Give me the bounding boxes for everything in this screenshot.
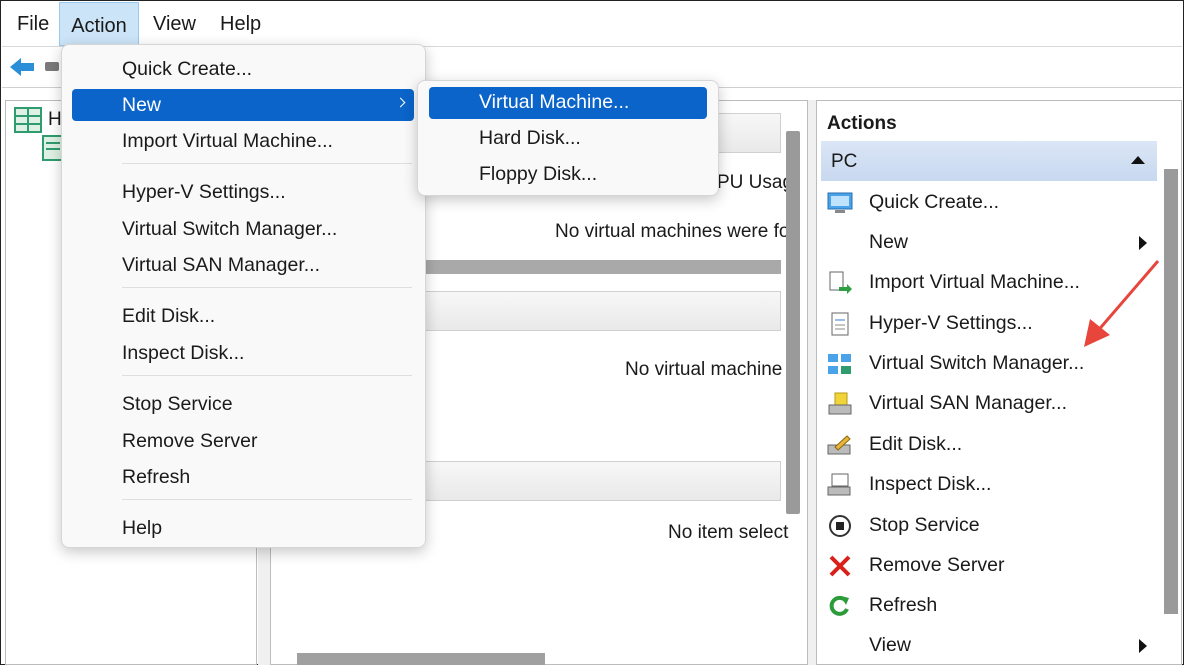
- menu-item-remove-server[interactable]: Remove Server: [72, 425, 414, 457]
- action-inspect-disk[interactable]: Inspect Disk...: [817, 465, 1157, 505]
- menu-separator: [122, 499, 412, 500]
- item-empty-message: No item select: [668, 522, 789, 543]
- menu-separator: [122, 287, 412, 288]
- center-horizontal-scrollbar[interactable]: [297, 653, 545, 665]
- back-arrow-icon[interactable]: [8, 55, 36, 79]
- menu-help[interactable]: Help: [209, 2, 272, 46]
- actions-scrollbar[interactable]: [1164, 169, 1178, 614]
- submenu-item-virtual-machine[interactable]: Virtual Machine...: [429, 87, 707, 119]
- action-edit-disk[interactable]: Edit Disk...: [817, 425, 1157, 465]
- menu-separator: [122, 163, 412, 164]
- menu-view[interactable]: View: [142, 2, 207, 46]
- submenu-item-floppy-disk[interactable]: Floppy Disk...: [429, 159, 707, 191]
- vm-selected-empty-message: No virtual machine s: [625, 359, 798, 380]
- menu-action[interactable]: Action: [59, 2, 139, 46]
- menu-item-virtual-san-manager[interactable]: Virtual SAN Manager...: [72, 249, 414, 281]
- forward-arrow-icon[interactable]: [45, 62, 59, 71]
- stop-service-icon: [829, 515, 851, 537]
- action-remove-server[interactable]: Remove Server: [817, 546, 1157, 586]
- menu-separator: [122, 375, 412, 376]
- action-quick-create[interactable]: Quick Create...: [817, 183, 1157, 223]
- submenu-item-hard-disk[interactable]: Hard Disk...: [429, 123, 707, 155]
- menu-item-quick-create[interactable]: Quick Create...: [72, 53, 414, 85]
- inspect-disk-icon: [827, 473, 851, 496]
- submenu-arrow-icon: [1139, 236, 1147, 250]
- vm-empty-message: No virtual machines were fou: [555, 221, 800, 242]
- collapse-caret-icon[interactable]: [1131, 156, 1145, 164]
- menu-item-help[interactable]: Help: [72, 512, 414, 544]
- action-virtual-san-manager[interactable]: Virtual SAN Manager...: [817, 384, 1157, 424]
- menu-item-inspect-disk[interactable]: Inspect Disk...: [72, 337, 414, 369]
- menu-bar: File Action View Help: [2, 2, 1182, 47]
- menu-item-refresh[interactable]: Refresh: [72, 461, 414, 493]
- menu-item-hyperv-settings[interactable]: Hyper-V Settings...: [72, 176, 414, 208]
- quick-create-icon: [827, 192, 853, 213]
- action-stop-service[interactable]: Stop Service: [817, 506, 1157, 546]
- new-submenu: Virtual Machine... Hard Disk... Floppy D…: [417, 80, 719, 196]
- actions-pane: Actions PC Quick Create... New Import Vi…: [816, 100, 1182, 665]
- hyperv-manager-icon: [14, 107, 42, 133]
- submenu-arrow-icon: [1139, 639, 1147, 653]
- actions-title: Actions: [827, 113, 897, 134]
- action-view[interactable]: View: [817, 626, 1157, 666]
- menu-item-virtual-switch-manager[interactable]: Virtual Switch Manager...: [72, 213, 414, 245]
- actions-group-pc[interactable]: PC: [821, 141, 1157, 181]
- switch-manager-icon: [828, 354, 851, 374]
- action-dropdown-menu: Quick Create... New Import Virtual Machi…: [61, 44, 426, 548]
- cpu-usage-column-header[interactable]: PU Usag: [717, 172, 793, 194]
- refresh-icon: [829, 595, 849, 616]
- menu-item-import-vm[interactable]: Import Virtual Machine...: [72, 125, 414, 157]
- remove-server-icon: [829, 555, 851, 577]
- menu-item-new[interactable]: New: [72, 89, 414, 121]
- annotation-arrow: [1084, 260, 1160, 347]
- menu-item-stop-service[interactable]: Stop Service: [72, 388, 414, 420]
- action-refresh[interactable]: Refresh: [817, 586, 1157, 626]
- right-splitter[interactable]: [808, 100, 816, 665]
- menu-item-edit-disk[interactable]: Edit Disk...: [72, 300, 414, 332]
- actions-group-label: PC: [831, 151, 858, 172]
- import-vm-icon: [829, 271, 852, 294]
- edit-disk-icon: [827, 435, 851, 455]
- menu-file[interactable]: File: [6, 2, 60, 46]
- center-vertical-scrollbar[interactable]: [786, 131, 800, 514]
- san-manager-icon: [828, 392, 852, 415]
- chevron-right-icon: [395, 97, 406, 108]
- settings-icon: [831, 312, 849, 336]
- tree-root-label[interactable]: H: [48, 109, 62, 131]
